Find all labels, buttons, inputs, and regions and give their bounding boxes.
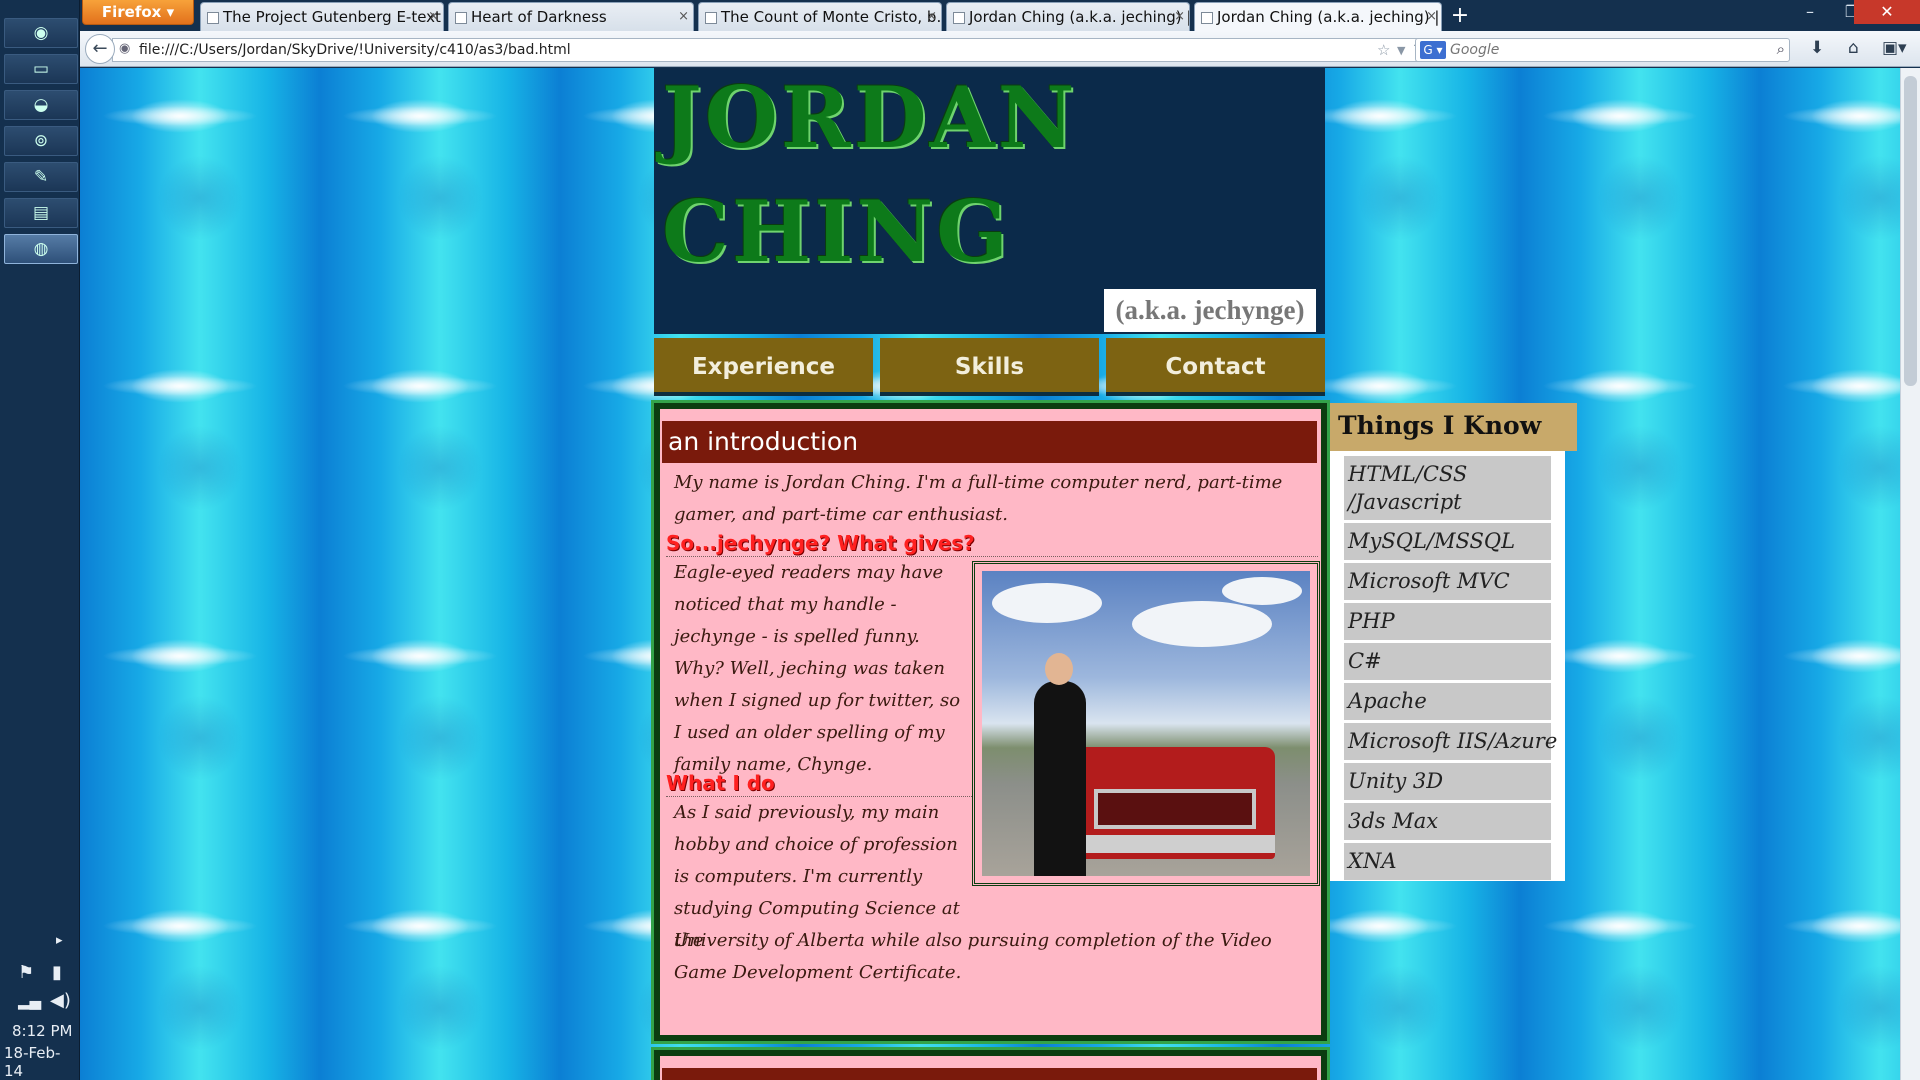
steam-icon[interactable]: ⊚ bbox=[4, 126, 78, 156]
app-icon[interactable]: ◒ bbox=[4, 90, 78, 120]
skill-item: MySQL/MSSQL bbox=[1344, 523, 1551, 560]
subheading-jechynge: So...jechynge? What gives? bbox=[666, 531, 1318, 557]
next-section-heading-bar bbox=[662, 1068, 1317, 1080]
navigation-toolbar: ◉ file:///C:/Users/Jordan/SkyDrive/!Univ… bbox=[80, 31, 1920, 67]
what-i-do-paragraph-continued: University of Alberta while also pursuin… bbox=[674, 930, 1272, 983]
home-icon[interactable]: ⌂ bbox=[1848, 38, 1859, 58]
sidebar-heading: Things I Know bbox=[1330, 403, 1577, 451]
google-engine-icon[interactable]: G ▾ bbox=[1420, 41, 1446, 59]
network-signal-icon[interactable]: ▂▄ bbox=[18, 992, 41, 1010]
profile-photo-with-truck bbox=[982, 571, 1310, 876]
minimize-icon[interactable]: – bbox=[1790, 0, 1830, 24]
search-icon[interactable]: ⌕ bbox=[1777, 40, 1785, 58]
windows-taskbar: ◉ ▭ ◒ ⊚ ✎ ▤ ◍ ▸ ⚑ ▮ ▂▄ ◀) 8:12 PM 18-Feb… bbox=[0, 0, 80, 1080]
skills-sidebar: Things I Know HTML/CSS /Javascript MySQL… bbox=[1330, 403, 1577, 923]
bookmark-star-icon[interactable]: ☆ bbox=[1377, 41, 1390, 59]
clock-date[interactable]: 18-Feb-14 bbox=[4, 1044, 79, 1080]
person bbox=[1034, 653, 1086, 876]
page-viewport: JORDAN CHING (a.k.a. jechynge) Experienc… bbox=[80, 68, 1900, 1080]
bookmarks-menu-icon[interactable]: ▣▾ bbox=[1882, 38, 1907, 58]
battery-icon[interactable]: ▮ bbox=[52, 962, 62, 983]
jechynge-paragraph: Eagle-eyed readers may have noticed that… bbox=[674, 562, 961, 775]
new-tab-button[interactable]: + bbox=[1446, 4, 1474, 30]
tab-label: Jordan Ching (a.k.a. jeching) | ... bbox=[1217, 8, 1442, 26]
skill-item: Microsoft IIS/Azure bbox=[1344, 723, 1557, 760]
nav-skills[interactable]: Skills bbox=[880, 338, 1099, 396]
intro-section: an introduction My name is Jordan Ching.… bbox=[654, 403, 1327, 1041]
tab-label: Jordan Ching (a.k.a. jeching) | ... bbox=[969, 8, 1190, 26]
close-tab-icon[interactable]: × bbox=[1426, 3, 1437, 31]
tab-jordan-ching-1[interactable]: Jordan Ching (a.k.a. jeching) | ... × bbox=[946, 2, 1190, 31]
browser-titlebar: Firefox ▾ The Project Gutenberg E-text .… bbox=[80, 0, 1920, 31]
search-input[interactable] bbox=[1450, 42, 1750, 58]
site-nav: Experience Skills Contact bbox=[654, 338, 1325, 400]
skill-item: Unity 3D bbox=[1344, 763, 1551, 800]
close-tab-icon[interactable]: × bbox=[678, 3, 689, 31]
close-tab-icon[interactable]: × bbox=[1174, 3, 1185, 31]
photo-frame bbox=[972, 561, 1320, 886]
nav-contact[interactable]: Contact bbox=[1106, 338, 1325, 396]
show-hidden-icons-icon[interactable]: ▸ bbox=[56, 933, 63, 948]
skill-item: Apache bbox=[1344, 683, 1551, 720]
skill-item: PHP bbox=[1344, 603, 1551, 640]
document-icon[interactable]: ▤ bbox=[4, 198, 78, 228]
firefox-menu-label: Firefox bbox=[101, 3, 162, 21]
site-title-first-name: JORDAN bbox=[662, 68, 1078, 167]
intro-paragraph: My name is Jordan Ching. I'm a full-time… bbox=[674, 472, 1283, 525]
section-heading: an introduction bbox=[662, 421, 1317, 463]
nav-experience[interactable]: Experience bbox=[654, 338, 873, 396]
page-icon bbox=[953, 12, 965, 24]
site-title-last-name: CHING bbox=[662, 182, 1012, 281]
history-dropdown-icon[interactable]: ▼ bbox=[1397, 44, 1405, 57]
close-tab-icon[interactable]: × bbox=[428, 3, 439, 31]
skill-item: 3ds Max bbox=[1344, 803, 1551, 840]
clock-time[interactable]: 8:12 PM bbox=[12, 1022, 72, 1040]
volume-icon[interactable]: ◀) bbox=[50, 990, 71, 1011]
window-close-button[interactable]: ✕ bbox=[1854, 0, 1920, 24]
handle-badge: (a.k.a. jechynge) bbox=[1104, 289, 1316, 332]
page-icon bbox=[455, 12, 467, 24]
skill-item: HTML/CSS /Javascript bbox=[1344, 456, 1551, 520]
tab-label: The Count of Monte Cristo, b... bbox=[721, 8, 942, 26]
tab-label: Heart of Darkness bbox=[471, 8, 607, 26]
scrollbar-thumb[interactable] bbox=[1904, 76, 1917, 386]
site-identity-icon[interactable]: ◉ bbox=[119, 41, 130, 56]
tab-label: The Project Gutenberg E-text ... bbox=[223, 8, 444, 26]
skill-item: XNA bbox=[1344, 843, 1551, 880]
tab-monte-cristo[interactable]: The Count of Monte Cristo, b... × bbox=[698, 2, 942, 31]
address-bar[interactable]: ◉ file:///C:/Users/Jordan/SkyDrive/!Univ… bbox=[112, 38, 1432, 62]
skills-list: HTML/CSS /Javascript MySQL/MSSQL Microso… bbox=[1330, 451, 1565, 881]
action-center-flag-icon[interactable]: ⚑ bbox=[18, 962, 34, 983]
site-header: JORDAN CHING (a.k.a. jechynge) bbox=[654, 68, 1325, 334]
page-icon bbox=[705, 12, 717, 24]
firefox-icon[interactable]: ◍ bbox=[4, 234, 78, 264]
vertical-scrollbar[interactable] bbox=[1900, 68, 1920, 1080]
tab-heart-of-darkness[interactable]: Heart of Darkness × bbox=[448, 2, 694, 31]
firefox-menu-button[interactable]: Firefox ▾ bbox=[82, 0, 194, 25]
page-icon bbox=[207, 12, 219, 24]
search-box[interactable]: G ▾ ⌕ bbox=[1415, 38, 1790, 62]
red-truck bbox=[1070, 747, 1275, 859]
back-button[interactable]: ← bbox=[85, 34, 115, 64]
page-icon bbox=[1201, 12, 1213, 24]
close-tab-icon[interactable]: × bbox=[926, 3, 937, 31]
url-text: file:///C:/Users/Jordan/SkyDrive/!Univer… bbox=[139, 42, 571, 58]
downloads-icon[interactable]: ⬇ bbox=[1810, 38, 1824, 58]
tab-jordan-ching-2[interactable]: Jordan Ching (a.k.a. jeching) | ... × bbox=[1194, 2, 1442, 31]
brush-icon[interactable]: ✎ bbox=[4, 162, 78, 192]
skill-item: C# bbox=[1344, 643, 1551, 680]
skill-item: Microsoft MVC bbox=[1344, 563, 1551, 600]
next-section bbox=[654, 1050, 1327, 1080]
tab-gutenberg[interactable]: The Project Gutenberg E-text ... × bbox=[200, 2, 444, 31]
chrome-icon[interactable]: ◉ bbox=[4, 18, 78, 48]
folder-icon[interactable]: ▭ bbox=[4, 54, 78, 84]
